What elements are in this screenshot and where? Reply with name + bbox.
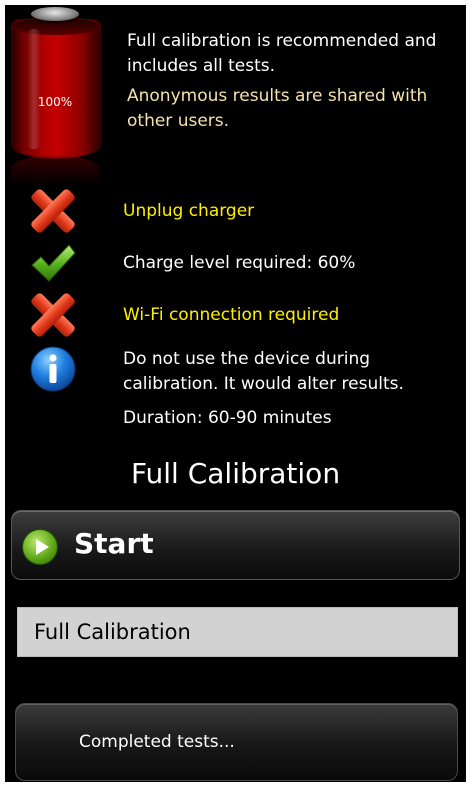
calibration-mode-value: Full Calibration bbox=[34, 620, 191, 644]
requirement-text: Charge level required: 60% bbox=[123, 253, 356, 273]
intro-text: Full calibration is recommended and incl… bbox=[127, 29, 457, 134]
battery-reflection bbox=[11, 155, 99, 185]
battery-cap bbox=[31, 7, 79, 21]
info-icon bbox=[30, 346, 76, 392]
app-screen: 100% Full calibration is recommended and… bbox=[5, 5, 466, 782]
cross-icon bbox=[29, 291, 77, 339]
section-title: Full Calibration bbox=[130, 457, 341, 490]
battery-shine bbox=[27, 29, 41, 149]
requirement-text: Unplug charger bbox=[123, 201, 255, 221]
start-button-label: Start bbox=[74, 527, 154, 560]
play-icon bbox=[22, 529, 58, 565]
completed-tests-button[interactable]: Completed tests... bbox=[15, 703, 458, 781]
requirement-text: Wi-Fi connection required bbox=[123, 305, 340, 325]
completed-tests-label: Completed tests... bbox=[79, 732, 235, 752]
requirement-text: Do not use the device during calibration… bbox=[123, 349, 404, 394]
battery-indicator: 100% bbox=[7, 5, 103, 185]
start-button[interactable]: Start bbox=[11, 510, 460, 580]
intro-line-recommended: Full calibration is recommended and incl… bbox=[127, 31, 437, 76]
battery-body bbox=[11, 19, 101, 159]
intro-line-anonymous: Anonymous results are shared with other … bbox=[127, 86, 428, 131]
check-icon bbox=[31, 244, 76, 282]
calibration-mode-select[interactable]: Full Calibration bbox=[17, 607, 458, 657]
cross-icon bbox=[29, 187, 77, 235]
battery-level-label: 100% bbox=[37, 95, 73, 109]
duration-text: Duration: 60-90 minutes bbox=[123, 408, 332, 428]
